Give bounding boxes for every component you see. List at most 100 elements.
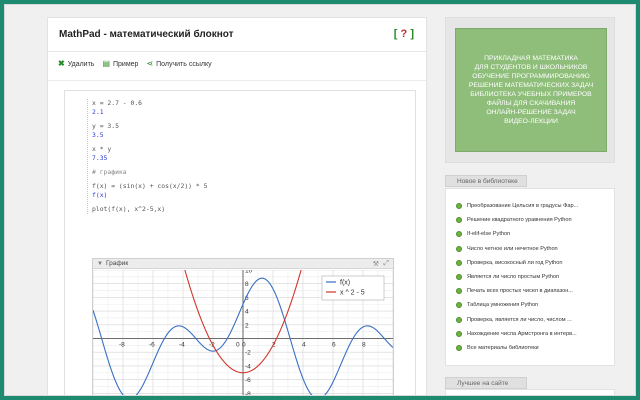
- cell-input[interactable]: y = 3.5: [92, 122, 387, 131]
- library-item[interactable]: Проверка, високосный ли год Python: [456, 256, 608, 270]
- promo-line: ДЛЯ СТУДЕНТОВ И ШКОЛЬНИКОВ: [474, 64, 588, 71]
- promo-line: ОНЛАЙН-РЕШЕНИЕ ЗАДАЧ: [486, 109, 576, 116]
- bullet-dot-icon: [456, 330, 462, 337]
- best-panel: [445, 389, 615, 395]
- main-panel: MathPad - математический блокнот [ ? ] ✖…: [47, 17, 427, 396]
- library-item[interactable]: Печать всех простых чисел в диапазон...: [456, 284, 608, 298]
- promo-line: ФАЙЛЫ ДЛЯ СКАЧИВАНИЯ: [486, 100, 576, 107]
- get-link-label: Получить ссылку: [156, 60, 212, 68]
- library-item-label: Все материалы библиотеки: [467, 344, 539, 351]
- library-item[interactable]: Нахождение числа Армстронга в интерв...: [456, 327, 608, 341]
- y-tick-label: 2: [245, 322, 249, 329]
- cell-comment: # графика: [92, 168, 127, 176]
- promo-panel: ПРИКЛАДНАЯ МАТЕМАТИКА ДЛЯ СТУДЕНТОВ И ШКО…: [445, 17, 615, 163]
- library-item-label: Проверка, является ли число, числом ...: [467, 316, 572, 323]
- x-tick-label: 6: [332, 342, 336, 349]
- library-item[interactable]: Таблица умножения Python: [456, 298, 608, 312]
- x-tick-label: 0: [242, 342, 246, 349]
- cell-input[interactable]: x * y: [92, 145, 387, 154]
- x-tick-label: 8: [362, 342, 366, 349]
- cell-input[interactable]: x = 2.7 - 0.6: [92, 99, 387, 108]
- library-item-label: Нахождение числа Армстронга в интерв...: [467, 330, 577, 337]
- library-item-label: Решение квадратного уравнения Python: [467, 217, 572, 224]
- library-item[interactable]: Является ли число простым Python: [456, 270, 608, 284]
- delete-button[interactable]: ✖ Удалить: [58, 60, 94, 68]
- library-item[interactable]: Решение квадратного уравнения Python: [456, 213, 608, 227]
- toolbar: ✖ Удалить ▤ Пример ⋖ Получить ссылку: [58, 58, 212, 70]
- library-item[interactable]: If-elif-else Python: [456, 227, 608, 241]
- y-tick-label: -6: [245, 377, 251, 384]
- get-link-button[interactable]: ⋖ Получить ссылку: [146, 60, 211, 68]
- library-panel: Преобразование Цельсия в градусы Фар... Р…: [445, 188, 615, 366]
- bullet-dot-icon: [456, 344, 462, 351]
- promo-line: ОБУЧЕНИЕ ПРОГРАММИРОВАНИЮ: [472, 73, 590, 80]
- graph-plot[interactable]: -8-6-4-202468-10-8-6-4-22468100f(x)x ^ 2…: [93, 270, 393, 396]
- y-tick-label: -2: [245, 350, 251, 357]
- help-question-mark: ?: [400, 28, 408, 40]
- graph-window: ▼ График ⚒ ⤢ -8-6-4-202468-10-8-6-4-2246…: [92, 258, 394, 396]
- legend-label: x ^ 2 - 5: [340, 290, 365, 297]
- bullet-dot-icon: [456, 217, 462, 224]
- cell-input[interactable]: plot(f(x), x^2-5,x): [92, 205, 387, 214]
- cell-output: 2.1: [92, 108, 104, 116]
- library-item[interactable]: Проверка, является ли число, числом ...: [456, 313, 608, 327]
- help-bracket-close: ]: [410, 28, 414, 40]
- cell-input[interactable]: f(x) = (sin(x) + cos(x/2)) * 5: [92, 182, 387, 191]
- x-tick-label: -6: [149, 342, 155, 349]
- graph-title: График: [106, 260, 129, 267]
- library-item-label: Преобразование Цельсия в градусы Фар...: [467, 203, 579, 210]
- cell-output: 7.35: [92, 154, 108, 162]
- library-item-label: If-elif-else Python: [467, 231, 511, 238]
- library-list: Преобразование Цельсия в градусы Фар... Р…: [456, 199, 608, 355]
- page-title: MathPad - математический блокнот: [59, 29, 234, 40]
- bullet-dot-icon: [456, 203, 462, 210]
- library-tab[interactable]: Новое в библиотеке: [445, 175, 527, 187]
- x-tick-label: -4: [179, 342, 185, 349]
- y-tick-label: 8: [245, 281, 249, 288]
- bullet-dot-icon: [456, 302, 462, 309]
- triangle-down-icon[interactable]: ▼: [97, 261, 103, 267]
- library-item-label: Является ли число простым Python: [467, 274, 560, 281]
- library-item-label: Проверка, високосный ли год Python: [467, 259, 563, 266]
- library-item-label: Таблица умножения Python: [467, 302, 539, 309]
- library-item[interactable]: Преобразование Цельсия в градусы Фар...: [456, 199, 608, 213]
- bullet-dot-icon: [456, 231, 462, 238]
- help-button[interactable]: [ ? ]: [394, 28, 414, 40]
- share-icon: ⋖: [146, 59, 154, 68]
- help-bracket-open: [: [393, 28, 398, 40]
- promo-banner[interactable]: ПРИКЛАДНАЯ МАТЕМАТИКА ДЛЯ СТУДЕНТОВ И ШКО…: [455, 28, 607, 152]
- bullet-dot-icon: [456, 316, 462, 323]
- best-tab[interactable]: Лучшее на сайте: [445, 377, 527, 389]
- cell-output: f(x): [92, 191, 108, 199]
- bullet-dot-icon: [456, 274, 462, 281]
- close-x-icon: ✖: [58, 59, 65, 68]
- library-item[interactable]: Все материалы библиотеки: [456, 341, 608, 355]
- legend-label: f(x): [340, 280, 350, 287]
- toolbar-divider: [48, 80, 426, 81]
- y-tick-label: -8: [245, 391, 251, 396]
- library-item-label: Число четное или нечетное Python: [467, 245, 558, 252]
- promo-line: РЕШЕНИЕ МАТЕМАТИЧЕСКИХ ЗАДАЧ: [468, 82, 594, 89]
- page-frame: MathPad - математический блокнот [ ? ] ✖…: [4, 4, 636, 396]
- bullet-dot-icon: [456, 288, 462, 295]
- y-tick-label: -4: [245, 363, 251, 370]
- x-tick-label: -8: [119, 342, 125, 349]
- notebook-cells[interactable]: x = 2.7 - 0.6 2.1 y = 3.5 3.5 x * y 7.35 # гра…: [87, 99, 387, 214]
- promo-line: ВИДЕО-ЛЕКЦИИ: [504, 118, 558, 125]
- y-tick-label: 10: [245, 270, 253, 275]
- graph-titlebar: ▼ График ⚒ ⤢: [93, 259, 393, 269]
- cell-output: 3.5: [92, 131, 104, 139]
- bullet-dot-icon: [456, 259, 462, 266]
- origin-label: 0: [236, 342, 240, 349]
- x-tick-label: 4: [302, 342, 306, 349]
- notebook-editor[interactable]: x = 2.7 - 0.6 2.1 y = 3.5 3.5 x * y 7.35 # гра…: [64, 90, 416, 396]
- document-icon: ▤: [102, 59, 110, 68]
- promo-line: БИБЛИОТЕКА УЧЕБНЫХ ПРИМЕРОВ: [470, 91, 592, 98]
- library-item[interactable]: Число четное или нечетное Python: [456, 242, 608, 256]
- promo-line: ПРИКЛАДНАЯ МАТЕМАТИКА: [484, 55, 578, 62]
- example-label: Пример: [113, 60, 139, 68]
- wrench-icon[interactable]: ⚒: [373, 260, 379, 268]
- y-tick-label: 4: [245, 309, 249, 316]
- example-button[interactable]: ▤ Пример: [102, 60, 138, 68]
- expand-icon[interactable]: ⤢: [383, 260, 389, 268]
